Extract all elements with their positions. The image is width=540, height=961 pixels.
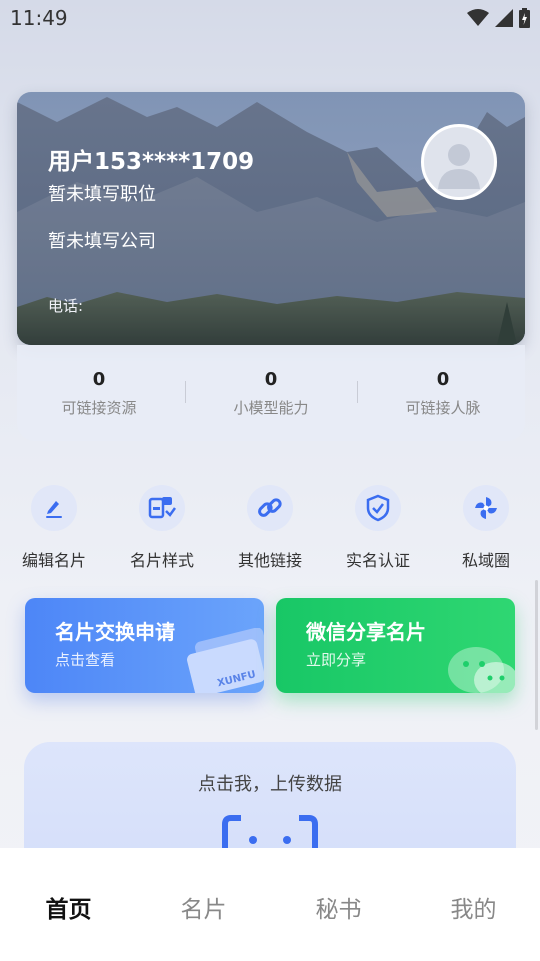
- stats-panel: 0 可链接资源 0 小模型能力 0 可链接人脉: [17, 345, 525, 441]
- action-private-circle[interactable]: 私域圈: [436, 485, 536, 571]
- action-label: 编辑名片: [21, 551, 86, 570]
- stat-value: 0: [92, 369, 106, 390]
- promo-title: 微信分享名片: [306, 620, 426, 644]
- wechat-share-card-button[interactable]: 微信分享名片 立即分享: [276, 598, 515, 693]
- action-real-name-verify[interactable]: 实名认证: [328, 485, 428, 571]
- stat-label: 小模型能力: [233, 399, 309, 417]
- battery-icon: [519, 8, 530, 28]
- wechat-icon: [448, 647, 515, 693]
- nav-mine[interactable]: 我的: [406, 890, 540, 924]
- action-label: 私域圈: [461, 551, 510, 570]
- link-icon: [247, 485, 293, 531]
- edit-icon: [31, 485, 77, 531]
- stat-small-model-ability[interactable]: 0 小模型能力: [186, 369, 356, 418]
- action-card-style[interactable]: 名片样式: [112, 485, 212, 571]
- profile-name: 用户153****1709: [48, 149, 255, 175]
- stat-linkable-contacts[interactable]: 0 可链接人脉: [358, 369, 528, 418]
- action-other-links[interactable]: 其他链接: [220, 485, 320, 571]
- action-label: 实名认证: [345, 551, 410, 570]
- profile-phone-label: 电话:: [48, 297, 84, 315]
- status-bar: 11:49: [0, 0, 540, 36]
- status-icons: [467, 8, 530, 28]
- stat-value: 0: [264, 369, 278, 390]
- promo-subtitle: 立即分享: [306, 651, 367, 669]
- nav-home[interactable]: 首页: [1, 890, 136, 924]
- profile-position: 暂未填写职位: [48, 184, 156, 205]
- upload-text: 点击我，上传数据: [198, 774, 342, 795]
- nav-cards[interactable]: 名片: [136, 890, 271, 924]
- shield-check-icon: [355, 485, 401, 531]
- promo-title: 名片交换申请: [55, 620, 175, 644]
- card-style-icon: [139, 485, 185, 531]
- promo-subtitle: 点击查看: [55, 651, 116, 669]
- person-icon: [438, 144, 480, 189]
- wifi-icon: [467, 9, 489, 26]
- profile-company: 暂未填写公司: [48, 231, 156, 252]
- nav-secretary[interactable]: 秘书: [271, 890, 406, 924]
- business-cards-illustration: XUNFU: [187, 628, 264, 693]
- stat-label: 可链接人脉: [405, 399, 481, 417]
- stat-linkable-resources[interactable]: 0 可链接资源: [14, 369, 184, 418]
- circle-pinwheel-icon: [463, 485, 509, 531]
- card-exchange-request-button[interactable]: 名片交换申请 点击查看 XUNFU: [25, 598, 264, 693]
- profile-card[interactable]: 用户153****1709 暂未填写职位 暂未填写公司 电话:: [17, 92, 525, 345]
- bottom-nav: 首页 名片 秘书 我的: [0, 848, 540, 961]
- status-time: 11:49: [10, 6, 68, 30]
- avatar[interactable]: [421, 124, 497, 200]
- signal-icon: [495, 9, 513, 27]
- action-label: 名片样式: [129, 551, 194, 570]
- scrollbar[interactable]: [535, 580, 538, 730]
- stat-value: 0: [436, 369, 450, 390]
- stat-label: 可链接资源: [61, 399, 137, 417]
- action-edit-card[interactable]: 编辑名片: [4, 485, 104, 571]
- action-label: 其他链接: [237, 551, 302, 570]
